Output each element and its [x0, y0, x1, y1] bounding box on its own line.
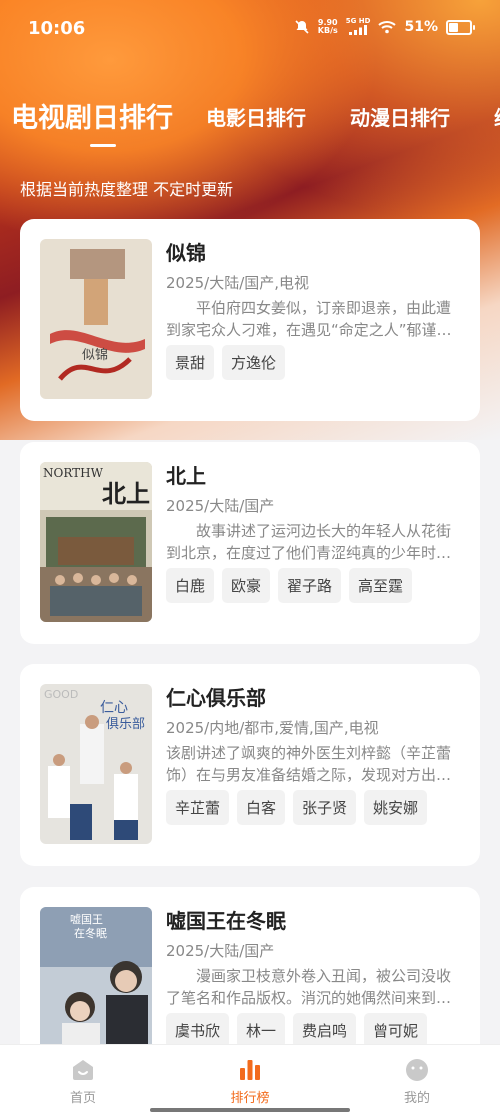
svg-text:NORTHW: NORTHW [43, 466, 104, 480]
drama-card[interactable]: GOOD 仁心 俱乐部 仁心俱乐部 2025/内地/都市,爱情,国产,电视 该剧… [20, 664, 480, 866]
actor-tag[interactable]: 姚安娜 [364, 790, 428, 825]
actor-tag[interactable]: 白客 [237, 790, 286, 825]
drama-title: 仁心俱乐部 [166, 686, 266, 710]
drama-card[interactable]: NORTHW 北上 北上 2025/大陆/国产 故事讲述了运河边长大的年轻人从花… [20, 442, 480, 644]
battery-percent: 51% [404, 19, 438, 35]
actor-tag[interactable]: 费启鸣 [293, 1013, 357, 1048]
drama-meta: 2025/内地/都市,爱情,国产,电视 [166, 719, 379, 737]
net-speed: 9.90 KB/s [317, 18, 338, 35]
tab-tv-daily[interactable]: 电视剧日排行 [11, 96, 173, 135]
status-time: 10:06 [28, 18, 86, 39]
actor-list: 白鹿 欧豪 翟子路 高至霆 [166, 568, 413, 603]
nav-ranking[interactable]: 排行榜 [210, 1057, 290, 1106]
actor-list: 景甜 方逸伦 [166, 345, 286, 380]
wifi-icon [378, 21, 397, 34]
drama-title: 北上 [166, 464, 206, 488]
tab-variety-daily[interactable]: 综 [494, 102, 500, 131]
ranking-tabs: 电视剧日排行 电影日排行 动漫日排行 综 [0, 92, 500, 152]
drama-meta: 2025/大陆/国产 [166, 497, 275, 515]
actor-tag[interactable]: 辛芷蕾 [166, 790, 230, 825]
actor-tag[interactable]: 白鹿 [166, 568, 215, 603]
actor-tag[interactable]: 张子贤 [293, 790, 357, 825]
nav-home-label: 首页 [69, 1091, 96, 1106]
status-icons: 9.90 KB/s 5G HD 51% [294, 17, 475, 37]
actor-tag[interactable]: 欧豪 [222, 568, 271, 603]
nav-profile[interactable]: 我的 [377, 1057, 457, 1106]
actor-list: 虞书欣 林一 费启鸣 曾可妮 [166, 1013, 428, 1048]
drama-description: 平伯府四女姜似，订亲即退亲，由此遭到家宅众人刁难，在遇见“命定之人”郁谨后，两人… [166, 299, 452, 339]
svg-text:俱乐部: 俱乐部 [106, 717, 145, 732]
drama-card[interactable]: 似锦 似锦 2025/大陆/国产,电视 平伯府四女姜似，订亲即退亲，由此遭到家宅… [20, 219, 480, 421]
tab-movie-daily[interactable]: 电影日排行 [206, 102, 306, 131]
actor-tag[interactable]: 曾可妮 [364, 1013, 428, 1048]
actor-tag[interactable]: 景甜 [166, 345, 215, 380]
home-indicator[interactable] [150, 1108, 350, 1112]
poster-image: 似锦 [40, 239, 152, 399]
poster-image: GOOD 仁心 俱乐部 [40, 684, 152, 844]
drama-title: 似锦 [166, 241, 206, 265]
drama-description: 该剧讲述了飒爽的神外医生刘梓懿（辛芷蕾饰）在与男友准备结婚之际，发现对方出轨，从… [166, 744, 452, 784]
actor-tag[interactable]: 虞书欣 [166, 1013, 230, 1048]
actor-tag[interactable]: 高至霆 [349, 568, 413, 603]
home-icon [73, 1060, 93, 1080]
dnd-icon [295, 20, 309, 34]
nav-home[interactable]: 首页 [43, 1057, 123, 1106]
svg-text:GOOD: GOOD [44, 688, 78, 701]
ranking-subtitle: 根据当前热度整理 不定时更新 [20, 180, 234, 199]
signal-icon: 5G HD [346, 17, 370, 37]
nav-ranking-label: 排行榜 [230, 1091, 270, 1106]
battery-icon [446, 19, 475, 35]
ranking-icon [240, 1060, 260, 1080]
actor-tag[interactable]: 林一 [237, 1013, 286, 1048]
svg-text:仁心: 仁心 [100, 700, 128, 716]
drama-meta: 2025/大陆/国产 [166, 942, 275, 960]
actor-tag[interactable]: 翟子路 [278, 568, 342, 603]
actor-tag[interactable]: 方逸伦 [222, 345, 286, 380]
status-bar: 10:06 9.90 KB/s 5G HD 51% [0, 0, 500, 60]
svg-text:嘘国王: 嘘国王 [70, 913, 103, 926]
profile-icon [406, 1059, 428, 1081]
drama-description: 故事讲述了运河边长大的年轻人从花街到北京，在度过了他们青涩纯真的少年时代后，在时… [166, 522, 452, 562]
svg-text:北上: 北上 [102, 479, 150, 508]
nav-profile-label: 我的 [403, 1091, 430, 1106]
drama-meta: 2025/大陆/国产,电视 [166, 274, 310, 292]
svg-text:似锦: 似锦 [82, 348, 108, 363]
poster-image: NORTHW 北上 [40, 462, 152, 622]
actor-list: 辛芷蕾 白客 张子贤 姚安娜 [166, 790, 428, 825]
active-tab-indicator [90, 144, 116, 147]
tab-anime-daily[interactable]: 动漫日排行 [350, 102, 450, 131]
bottom-nav: 首页 排行榜 我的 [0, 1044, 500, 1116]
drama-title: 嘘国王在冬眠 [166, 909, 286, 933]
drama-description: 漫画家卫枝意外卷入丑闻，被公司没收了笔名和作品版权。消沉的她偶然间来到滑雪场，遇… [166, 967, 452, 1007]
poster-image: 嘘国王 在冬眠 [40, 907, 152, 1067]
svg-text:在冬眠: 在冬眠 [74, 926, 107, 940]
